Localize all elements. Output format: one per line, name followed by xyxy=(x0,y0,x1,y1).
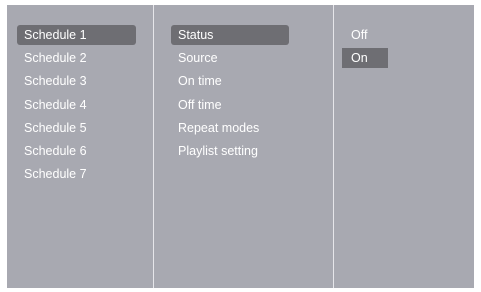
setting-source[interactable]: Source xyxy=(171,48,289,68)
schedule-settings-column: Status Source On time Off time Repeat mo… xyxy=(154,5,333,288)
schedule-list-column: Schedule 1 Schedule 2 Schedule 3 Schedul… xyxy=(7,5,153,288)
setting-on-time[interactable]: On time xyxy=(171,71,289,91)
schedule-item-5[interactable]: Schedule 5 xyxy=(17,118,136,138)
schedule-item-2[interactable]: Schedule 2 xyxy=(17,48,136,68)
status-option-on[interactable]: On xyxy=(342,48,388,69)
status-options-column: Off On xyxy=(334,5,474,288)
setting-off-time[interactable]: Off time xyxy=(171,95,289,115)
status-options-list: Off On xyxy=(342,25,388,71)
schedule-osd-menu: Schedule 1 Schedule 2 Schedule 3 Schedul… xyxy=(7,5,474,288)
setting-repeat-modes[interactable]: Repeat modes xyxy=(171,118,289,138)
schedule-item-3[interactable]: Schedule 3 xyxy=(17,71,136,91)
schedule-item-7[interactable]: Schedule 7 xyxy=(17,164,136,184)
schedule-list: Schedule 1 Schedule 2 Schedule 3 Schedul… xyxy=(17,25,136,187)
schedule-item-1[interactable]: Schedule 1 xyxy=(17,25,136,45)
schedule-item-6[interactable]: Schedule 6 xyxy=(17,141,136,161)
setting-status[interactable]: Status xyxy=(171,25,289,45)
schedule-item-4[interactable]: Schedule 4 xyxy=(17,95,136,115)
status-option-off[interactable]: Off xyxy=(342,25,388,45)
schedule-settings-list: Status Source On time Off time Repeat mo… xyxy=(171,25,289,164)
setting-playlist-setting[interactable]: Playlist setting xyxy=(171,141,289,161)
